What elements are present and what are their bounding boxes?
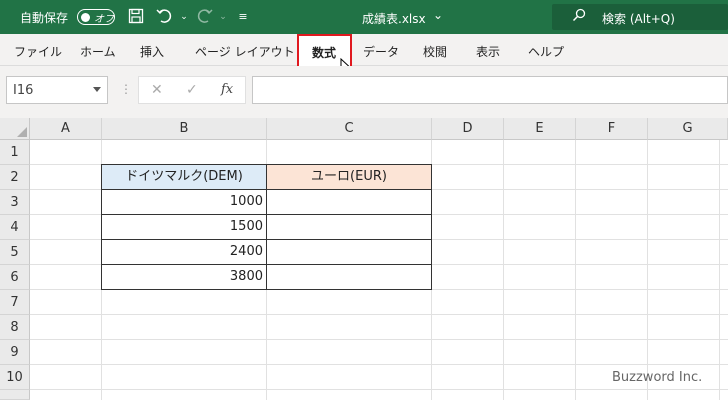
select-all-button[interactable] bbox=[0, 118, 30, 140]
gridline bbox=[503, 140, 504, 400]
row-header-5[interactable]: 5 bbox=[0, 240, 30, 265]
row-header-1[interactable]: 1 bbox=[0, 140, 30, 165]
gridline bbox=[647, 140, 648, 400]
undo-icon[interactable] bbox=[156, 8, 174, 26]
row-header-3[interactable]: 3 bbox=[0, 190, 30, 215]
cell-b5[interactable]: 2400 bbox=[101, 239, 267, 265]
formula-bar-area: I16 ⋮ ✕ ✓ fx bbox=[0, 66, 728, 118]
ribbon-tabs: ファイル ホーム 挿入 ページ レイアウト データ 校閲 表示 ヘルプ bbox=[0, 34, 728, 66]
tab-review[interactable]: 校閲 bbox=[423, 43, 447, 60]
search-box[interactable]: 検索 (Alt+Q) bbox=[552, 4, 728, 30]
column-header-d[interactable]: D bbox=[432, 118, 504, 140]
undo-dropdown-icon[interactable]: ⌄ bbox=[175, 8, 193, 26]
column-header-e[interactable]: E bbox=[504, 118, 576, 140]
toggle-label: オフ bbox=[94, 14, 114, 25]
save-icon[interactable] bbox=[127, 8, 145, 26]
cell-c5[interactable] bbox=[266, 239, 432, 265]
cell-c3[interactable] bbox=[266, 189, 432, 215]
gridline bbox=[30, 314, 728, 315]
tab-file[interactable]: ファイル bbox=[14, 43, 62, 60]
tab-view[interactable]: 表示 bbox=[476, 43, 500, 60]
gridline bbox=[30, 364, 728, 365]
cell-c6[interactable] bbox=[266, 264, 432, 290]
gridline bbox=[575, 140, 576, 400]
toggle-knob bbox=[81, 12, 90, 22]
cell-b6[interactable]: 3800 bbox=[101, 264, 267, 290]
row-header-10[interactable]: 10 bbox=[0, 365, 30, 390]
tab-data[interactable]: データ bbox=[363, 43, 399, 60]
search-icon bbox=[572, 8, 586, 22]
row-header-2[interactable]: 2 bbox=[0, 165, 30, 190]
cancel-icon[interactable]: ✕ bbox=[151, 82, 163, 98]
column-header-c[interactable]: C bbox=[267, 118, 432, 140]
autosave-toggle[interactable]: オフ bbox=[77, 9, 115, 25]
cell-b3[interactable]: 1000 bbox=[101, 189, 267, 215]
tab-page-layout[interactable]: ページ レイアウト bbox=[195, 43, 295, 60]
chevron-down-icon[interactable]: ⌄ bbox=[433, 8, 443, 22]
tab-formulas-label: 数式 bbox=[312, 46, 337, 60]
column-header-b[interactable]: B bbox=[102, 118, 267, 140]
cell-b2[interactable]: ドイツマルク(DEM) bbox=[101, 164, 267, 190]
redo-dropdown-icon[interactable]: ⌄ bbox=[214, 8, 232, 26]
row-header-11[interactable] bbox=[0, 390, 30, 400]
insert-function-icon[interactable]: fx bbox=[221, 82, 233, 97]
watermark: Buzzword Inc. bbox=[612, 370, 703, 385]
cell-c2[interactable]: ユーロ(EUR) bbox=[266, 164, 432, 190]
name-box-dropdown-icon[interactable] bbox=[93, 87, 101, 92]
column-header-a[interactable]: A bbox=[30, 118, 102, 140]
worksheet[interactable]: A B C D E F G 1 2 3 4 5 6 7 8 9 10 ドイツマル… bbox=[0, 118, 728, 400]
gridline bbox=[30, 389, 728, 390]
customize-toolbar-icon[interactable]: ≡ bbox=[234, 8, 252, 26]
cell-b4[interactable]: 1500 bbox=[101, 214, 267, 240]
gridline bbox=[30, 339, 728, 340]
gridline bbox=[719, 140, 720, 400]
redo-icon[interactable] bbox=[195, 8, 213, 26]
name-box-value: I16 bbox=[13, 83, 34, 98]
file-title[interactable]: 成績表.xlsx bbox=[362, 10, 426, 27]
column-header-g[interactable]: G bbox=[648, 118, 728, 140]
name-box[interactable]: I16 bbox=[6, 76, 108, 104]
tab-insert[interactable]: 挿入 bbox=[140, 43, 164, 60]
row-header-6[interactable]: 6 bbox=[0, 265, 30, 290]
cell-c4[interactable] bbox=[266, 214, 432, 240]
formula-bar-grip-icon[interactable]: ⋮ bbox=[120, 82, 132, 96]
tab-help[interactable]: ヘルプ bbox=[528, 43, 564, 60]
formula-buttons: ✕ ✓ fx bbox=[138, 76, 246, 104]
column-header-f[interactable]: F bbox=[576, 118, 648, 140]
search-label: 検索 (Alt+Q) bbox=[602, 12, 675, 26]
autosave-label: 自動保存 bbox=[20, 11, 69, 25]
row-header-9[interactable]: 9 bbox=[0, 340, 30, 365]
row-header-4[interactable]: 4 bbox=[0, 215, 30, 240]
formula-input[interactable] bbox=[252, 76, 728, 104]
row-header-7[interactable]: 7 bbox=[0, 290, 30, 315]
enter-icon[interactable]: ✓ bbox=[186, 82, 198, 98]
tab-home[interactable]: ホーム bbox=[80, 43, 116, 60]
title-bar: 自動保存 オフ ⌄ ⌄ ≡ 成績表.xlsx ⌄ 検索 (Alt+Q) bbox=[0, 0, 728, 34]
row-header-8[interactable]: 8 bbox=[0, 315, 30, 340]
